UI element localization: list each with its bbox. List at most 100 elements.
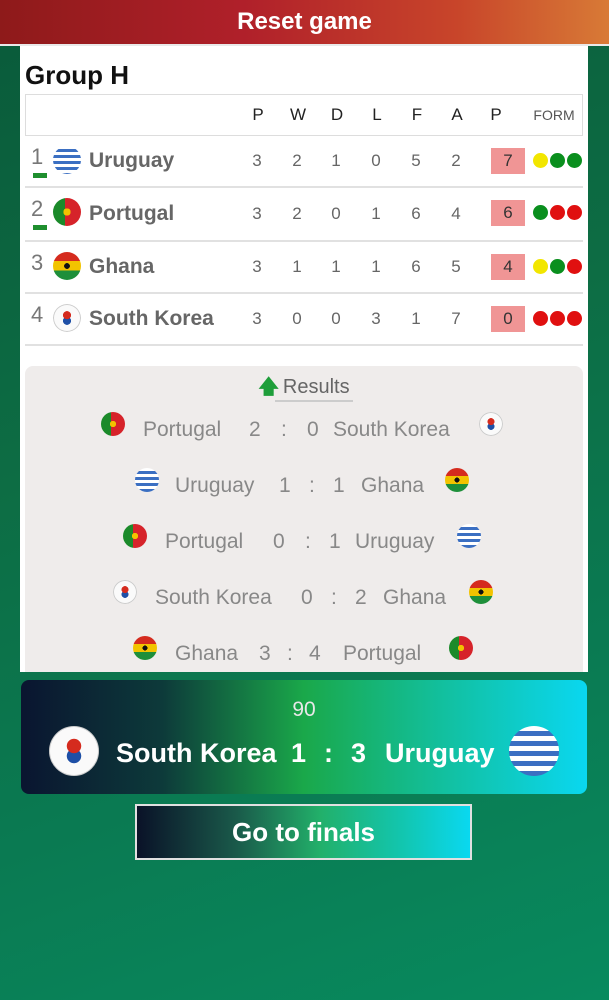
- result-away-score: 4: [309, 642, 321, 665]
- stat-W: 2: [292, 204, 302, 223]
- results-label: Results: [282, 376, 350, 398]
- rank: 4: [31, 302, 44, 327]
- team-name: Ghana: [89, 255, 155, 278]
- portugal-flag-icon: [449, 636, 473, 660]
- stat-F: 6: [411, 204, 421, 223]
- col-against: A: [451, 105, 463, 124]
- rank: 1: [31, 144, 44, 169]
- result-row: Portugal 2:0 South Korea: [25, 412, 583, 448]
- stat-D: 1: [331, 257, 341, 276]
- result-home-score: 1: [279, 474, 291, 497]
- stat-A: 5: [451, 257, 461, 276]
- ghana-flag-icon: [53, 252, 81, 280]
- go-to-finals-button[interactable]: Go to finals: [135, 804, 472, 860]
- south-korea-flag-icon: [49, 726, 99, 776]
- stat-D: 1: [331, 151, 341, 170]
- result-separator: :: [281, 418, 287, 441]
- stat-A: 7: [451, 309, 461, 328]
- points-badge: 7: [491, 148, 525, 174]
- form-indicator: [533, 259, 582, 274]
- result-separator: :: [309, 474, 315, 497]
- form-dot: [533, 259, 548, 274]
- rank: 2: [31, 196, 44, 221]
- col-for: F: [411, 105, 423, 124]
- result-home-score: 0: [273, 530, 285, 553]
- form-indicator: [533, 311, 582, 326]
- result-away-team: Ghana: [383, 586, 447, 609]
- uruguay-flag-icon: [457, 524, 481, 548]
- stat-P: 3: [252, 151, 262, 170]
- live-away-score: 3: [351, 738, 367, 768]
- portugal-flag-icon: [101, 412, 125, 436]
- table-row: 2 Portugal 3 2 0 1 6 4 6: [25, 188, 583, 242]
- result-row: South Korea 0:2 Ghana: [25, 580, 583, 616]
- live-home-team: South Korea: [116, 738, 277, 768]
- form-dot: [533, 153, 548, 168]
- form-dot: [567, 259, 582, 274]
- portugal-flag-icon: [53, 198, 81, 226]
- points-badge: 0: [491, 306, 525, 332]
- table-row: 4 South Korea 3 0 0 3 1 7 0: [25, 294, 583, 346]
- form-dot: [567, 153, 582, 168]
- col-form: FORM: [533, 107, 575, 123]
- stat-W: 0: [292, 309, 302, 328]
- col-drawn: D: [330, 105, 344, 124]
- table-row: 3 Ghana 3 1 1 1 6 5 4: [25, 242, 583, 294]
- stat-P: 3: [252, 309, 262, 328]
- result-home-team: Portugal: [143, 418, 222, 441]
- ghana-flag-icon: [133, 636, 157, 660]
- col-played: P: [252, 105, 264, 124]
- result-away-team: South Korea: [333, 418, 450, 441]
- team-name: South Korea: [89, 307, 214, 330]
- points-badge: 6: [491, 200, 525, 226]
- group-panel: Group H P W D L F A P FORM 1 Uruguay 3 2 1 0 5…: [20, 46, 588, 672]
- stat-L: 3: [371, 309, 381, 328]
- table-header: P W D L F A P FORM: [25, 94, 583, 136]
- col-won: W: [289, 105, 307, 124]
- south-korea-flag-icon: [113, 580, 137, 604]
- result-away-team: Ghana: [361, 474, 425, 497]
- stat-W: 2: [292, 151, 302, 170]
- south-korea-flag-icon: [53, 304, 81, 332]
- result-separator: :: [331, 586, 337, 609]
- result-separator: :: [287, 642, 293, 665]
- stat-L: 0: [371, 151, 381, 170]
- result-home-score: 0: [301, 586, 313, 609]
- stat-A: 2: [451, 151, 461, 170]
- stat-L: 1: [371, 257, 381, 276]
- stat-D: 0: [331, 309, 341, 328]
- points-badge: 4: [491, 254, 525, 280]
- live-away-team: Uruguay: [385, 738, 495, 768]
- stat-P: 3: [252, 204, 262, 223]
- result-home-score: 2: [249, 418, 261, 441]
- stat-W: 1: [292, 257, 302, 276]
- group-title: Group H: [25, 60, 129, 90]
- qualified-indicator: [33, 173, 47, 178]
- live-match-card: 90 South Korea 1 : 3 Uruguay: [21, 680, 587, 794]
- reset-game-button[interactable]: Reset game: [0, 0, 609, 46]
- form-indicator: [533, 205, 582, 220]
- portugal-flag-icon: [123, 524, 147, 548]
- form-dot: [567, 311, 582, 326]
- live-score-separator: :: [324, 738, 333, 768]
- table-row: 1 Uruguay 3 2 1 0 5 2 7: [25, 136, 583, 188]
- result-away-score: 1: [333, 474, 345, 497]
- result-home-team: Portugal: [165, 530, 244, 553]
- south-korea-flag-icon: [479, 412, 503, 436]
- team-name: Uruguay: [89, 149, 175, 172]
- result-away-score: 0: [307, 418, 319, 441]
- form-dot: [550, 205, 565, 220]
- stat-L: 1: [371, 204, 381, 223]
- stat-F: 6: [411, 257, 421, 276]
- stat-D: 0: [331, 204, 341, 223]
- results-panel: 🡅 Results Portugal 2:0 South Korea Uruguay 1:…: [25, 366, 583, 672]
- results-divider: [275, 400, 353, 402]
- standings-table: P W D L F A P FORM 1 Uruguay 3 2 1 0 5 2 7 2 Portu…: [25, 94, 583, 346]
- result-away-score: 2: [355, 586, 367, 609]
- result-home-team: South Korea: [155, 586, 272, 609]
- result-separator: :: [305, 530, 311, 553]
- stat-A: 4: [451, 204, 461, 223]
- ghana-flag-icon: [469, 580, 493, 604]
- result-row: Portugal 0:1 Uruguay: [25, 524, 583, 560]
- form-dot: [550, 311, 565, 326]
